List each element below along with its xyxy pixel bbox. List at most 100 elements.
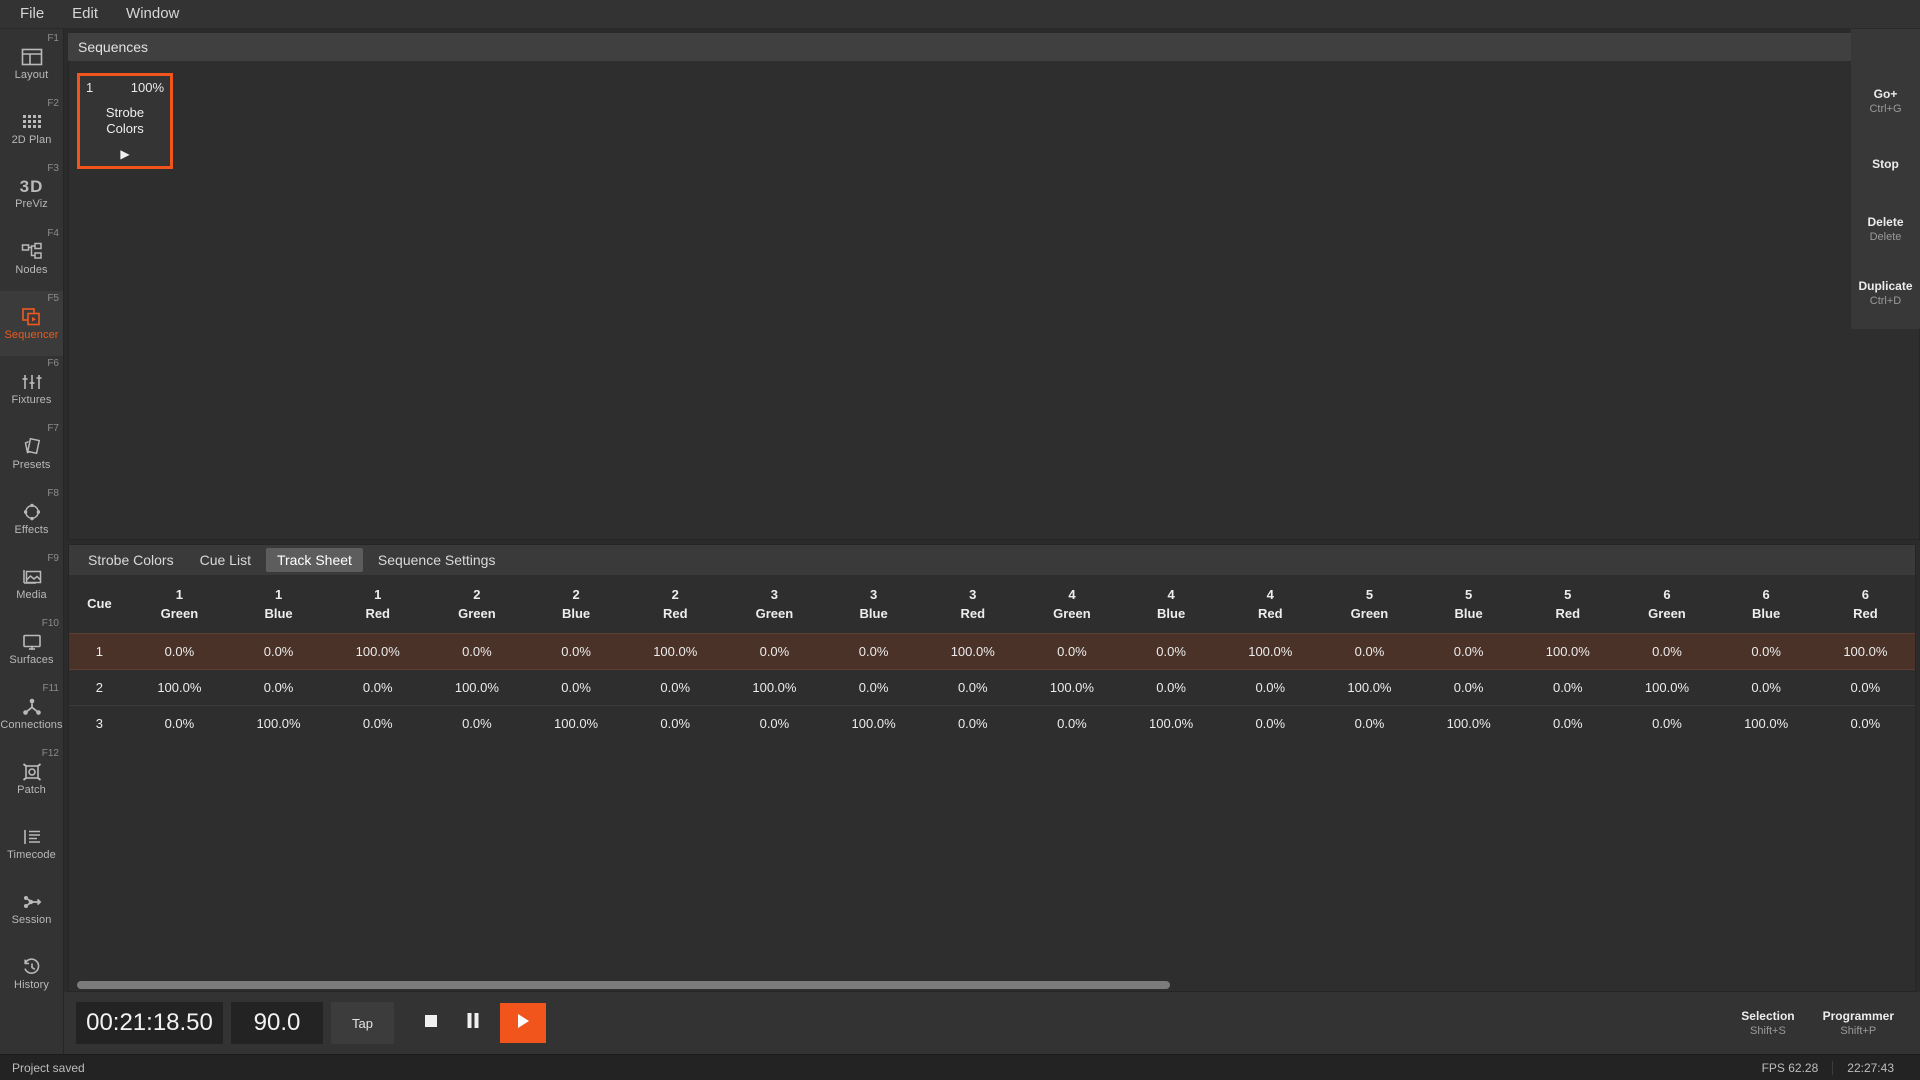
cell-value[interactable]: 100.0% (724, 668, 824, 705)
menu-window[interactable]: Window (112, 1, 193, 27)
cell-value[interactable]: 0.0% (625, 668, 725, 705)
header-fixture-3-green[interactable]: 3 Green (724, 575, 824, 633)
cell-value[interactable]: 0.0% (1022, 632, 1122, 670)
cell-value[interactable]: 0.0% (1617, 632, 1717, 670)
duplicate-button[interactable]: Duplicate Ctrl+D (1851, 261, 1920, 325)
cell-value[interactable]: 100.0% (1121, 704, 1221, 741)
cell-value[interactable]: 100.0% (1716, 704, 1816, 741)
header-fixture-6-blue[interactable]: 6 Blue (1716, 575, 1816, 633)
sidebar-item-previz[interactable]: F3 3D PreViz (0, 161, 63, 226)
cell-value[interactable]: 0.0% (328, 704, 428, 741)
cell-value[interactable]: 100.0% (526, 704, 626, 741)
sequence-card[interactable]: 1 100% Strobe Colors ▶ (77, 73, 173, 169)
cell-value[interactable]: 0.0% (1319, 632, 1420, 670)
cell-value[interactable]: 100.0% (228, 704, 329, 741)
table-row[interactable]: 1 0.0% 0.0% 100.0% 0.0% 0.0% 100.0% 0.0% 0.0% 100… (69, 632, 1915, 670)
cell-value[interactable]: 0.0% (724, 632, 824, 670)
sidebar-item-media[interactable]: F9 Media (0, 551, 63, 616)
cell-value[interactable]: 100.0% (129, 668, 229, 705)
sidebar-item-effects[interactable]: F8 Effects (0, 486, 63, 551)
header-fixture-3-blue[interactable]: 3 Blue (824, 575, 924, 633)
cell-value[interactable]: 100.0% (427, 668, 527, 705)
cell-value[interactable]: 0.0% (1518, 668, 1618, 705)
cell-value[interactable]: 0.0% (1716, 632, 1816, 670)
header-fixture-6-red[interactable]: 6 Red (1815, 575, 1915, 633)
cell-value[interactable]: 0.0% (328, 668, 428, 705)
cell-value[interactable]: 0.0% (724, 704, 824, 741)
cell-value[interactable]: 100.0% (625, 632, 725, 670)
header-fixture-2-blue[interactable]: 2 Blue (526, 575, 626, 633)
cell-value[interactable]: 0.0% (1121, 632, 1221, 670)
header-cue[interactable]: Cue (69, 575, 130, 633)
header-fixture-6-green[interactable]: 6 Green (1617, 575, 1717, 633)
header-fixture-3-red[interactable]: 3 Red (923, 575, 1023, 633)
header-fixture-4-green[interactable]: 4 Green (1022, 575, 1122, 633)
cell-value[interactable]: 0.0% (427, 632, 527, 670)
cell-value[interactable]: 0.0% (228, 668, 329, 705)
cell-value[interactable]: 100.0% (1815, 632, 1915, 670)
cell-value[interactable]: 100.0% (1022, 668, 1122, 705)
cell-value[interactable]: 100.0% (1518, 632, 1618, 670)
cell-value[interactable]: 0.0% (526, 668, 626, 705)
header-fixture-2-green[interactable]: 2 Green (427, 575, 527, 633)
cell-value[interactable]: 0.0% (1319, 704, 1420, 741)
tab-strobe-colors[interactable]: Strobe Colors (77, 548, 185, 572)
sidebar-item-layout[interactable]: F1 Layout (0, 31, 63, 96)
tab-sequence-settings[interactable]: Sequence Settings (367, 548, 507, 572)
bpm-display[interactable]: 90.0 (231, 1002, 323, 1044)
cell-value[interactable]: 100.0% (1419, 704, 1519, 741)
sidebar-item-session[interactable]: Session (0, 876, 63, 941)
cell-value[interactable]: 0.0% (1022, 704, 1122, 741)
header-fixture-4-red[interactable]: 4 Red (1220, 575, 1320, 633)
header-fixture-1-red[interactable]: 1 Red (328, 575, 428, 633)
play-button[interactable] (500, 1003, 546, 1043)
cell-value[interactable]: 0.0% (923, 668, 1023, 705)
cell-value[interactable]: 0.0% (1220, 668, 1320, 705)
header-fixture-4-blue[interactable]: 4 Blue (1121, 575, 1221, 633)
stop-command-button[interactable]: Stop (1851, 133, 1920, 197)
cell-value[interactable]: 100.0% (1319, 668, 1420, 705)
header-fixture-5-green[interactable]: 5 Green (1319, 575, 1420, 633)
cell-value[interactable]: 0.0% (824, 668, 924, 705)
cell-value[interactable]: 0.0% (1419, 632, 1519, 670)
cell-value[interactable]: 100.0% (1617, 668, 1717, 705)
programmer-button[interactable]: Programmer Shift+P (1809, 1009, 1908, 1038)
cell-value[interactable]: 100.0% (923, 632, 1023, 670)
sidebar-item-patch[interactable]: F12 Patch (0, 746, 63, 811)
cell-value[interactable]: 0.0% (625, 704, 725, 741)
sidebar-item-2d-plan[interactable]: F2 2D Plan (0, 96, 63, 161)
cell-value[interactable]: 100.0% (328, 632, 428, 670)
tap-button[interactable]: Tap (331, 1002, 394, 1044)
cell-value[interactable]: 0.0% (824, 632, 924, 670)
header-fixture-5-red[interactable]: 5 Red (1518, 575, 1618, 633)
sidebar-item-sequencer[interactable]: F5 Sequencer (0, 291, 63, 356)
cell-cue-number[interactable]: 2 (69, 668, 130, 705)
sidebar-item-fixtures[interactable]: F6 Fixtures (0, 356, 63, 421)
cell-value[interactable]: 0.0% (427, 704, 527, 741)
stop-button[interactable] (410, 1002, 452, 1044)
header-fixture-2-red[interactable]: 2 Red (625, 575, 725, 633)
tab-track-sheet[interactable]: Track Sheet (265, 548, 363, 572)
table-row[interactable]: 2 100.0% 0.0% 0.0% 100.0% 0.0% 0.0% 100.0% 0.0% 0… (69, 668, 1915, 705)
sidebar-item-surfaces[interactable]: F10 Surfaces (0, 616, 63, 681)
horizontal-scrollbar[interactable] (77, 981, 1903, 989)
cell-value[interactable]: 0.0% (129, 632, 229, 670)
cell-value[interactable]: 0.0% (1518, 704, 1618, 741)
delete-button[interactable]: Delete Delete (1851, 197, 1920, 261)
header-fixture-5-blue[interactable]: 5 Blue (1419, 575, 1519, 633)
cell-value[interactable]: 0.0% (1617, 704, 1717, 741)
scrollbar-thumb[interactable] (77, 981, 1170, 989)
sidebar-item-history[interactable]: History (0, 941, 63, 1006)
header-fixture-1-blue[interactable]: 1 Blue (228, 575, 329, 633)
cell-value[interactable]: 0.0% (1121, 668, 1221, 705)
cell-value[interactable]: 0.0% (129, 704, 229, 741)
cell-value[interactable]: 0.0% (1815, 704, 1915, 741)
tab-cue-list[interactable]: Cue List (189, 548, 262, 572)
menu-file[interactable]: File (6, 1, 58, 27)
pause-button[interactable] (452, 1002, 494, 1044)
timecode-display[interactable]: 00:21:18.50 (76, 1002, 223, 1044)
cell-value[interactable]: 0.0% (526, 632, 626, 670)
header-fixture-1-green[interactable]: 1 Green (129, 575, 229, 633)
sidebar-item-connections[interactable]: F11 Connections (0, 681, 63, 746)
cell-cue-number[interactable]: 3 (69, 704, 130, 741)
